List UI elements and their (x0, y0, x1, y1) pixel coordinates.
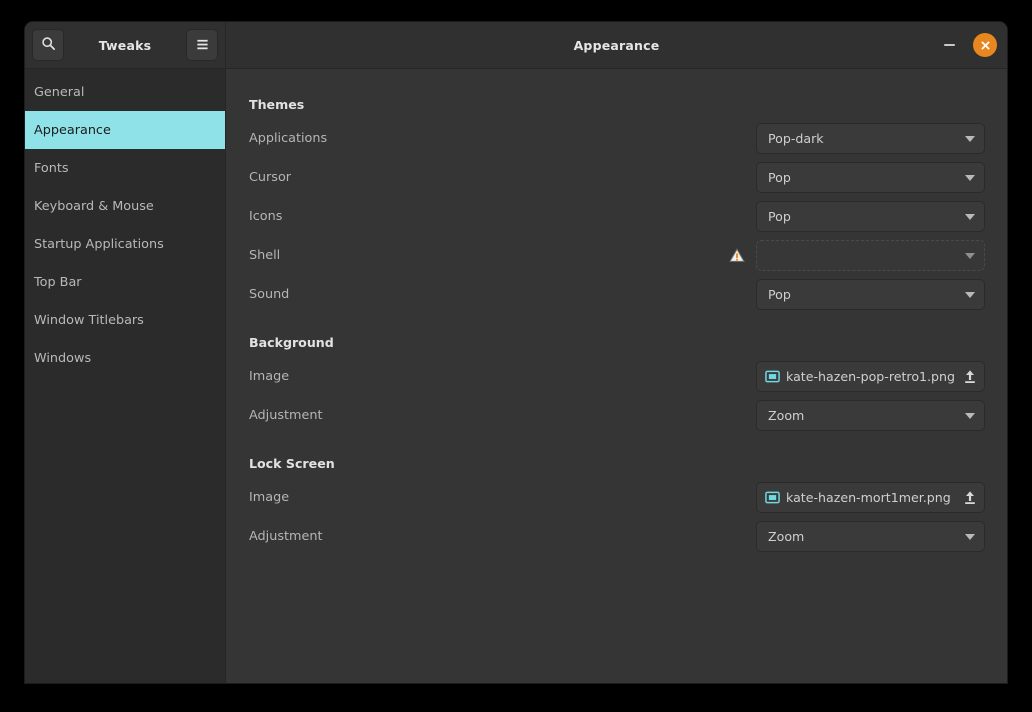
tweaks-window: Tweaks Appearance General Appearance Fon… (25, 22, 1007, 683)
image-file-name: kate-hazen-mort1mer.png (786, 490, 951, 505)
sidebar-header: Tweaks (25, 22, 226, 68)
row-label: Cursor (249, 170, 292, 185)
hamburger-menu-icon (195, 36, 210, 55)
sidebar-item-general[interactable]: General (25, 73, 225, 111)
chevron-down-icon (965, 412, 975, 419)
minimize-icon (943, 44, 955, 46)
sidebar-item-window-titlebars[interactable]: Window Titlebars (25, 301, 225, 339)
sidebar-item-label: Appearance (34, 122, 111, 138)
window-body: General Appearance Fonts Keyboard & Mouse St… (25, 69, 1007, 683)
row-label: Adjustment (249, 529, 323, 544)
combo-cursor[interactable]: Pop (756, 162, 985, 193)
settings-row: Shell (248, 236, 985, 275)
close-button[interactable] (973, 33, 997, 57)
combo-selected-value: Pop (768, 287, 791, 302)
sidebar-item-label: Keyboard & Mouse (34, 198, 154, 214)
chevron-down-icon (965, 135, 975, 142)
settings-row: Adjustment Zoom (248, 517, 985, 556)
row-control-area (729, 240, 985, 271)
search-icon (41, 36, 56, 55)
open-file-icon (963, 490, 977, 505)
row-label: Sound (249, 287, 290, 302)
sidebar-item-windows[interactable]: Windows (25, 339, 225, 377)
search-button[interactable] (32, 29, 64, 61)
row-control-area: Pop (756, 162, 985, 193)
sidebar-item-top-bar[interactable]: Top Bar (25, 263, 225, 301)
sidebar-item-label: Startup Applications (34, 236, 164, 252)
chevron-down-icon (965, 291, 975, 298)
chevron-down-icon (965, 174, 975, 181)
window-title: Appearance (573, 37, 660, 53)
combo-selected-value: Pop-dark (768, 131, 824, 146)
row-control-area: kate-hazen-mort1mer.png (756, 482, 985, 513)
combo-icons[interactable]: Pop (756, 201, 985, 232)
row-label: Adjustment (249, 408, 323, 423)
settings-row: Icons Pop (248, 197, 985, 236)
combo-selected-value: Pop (768, 209, 791, 224)
menu-button[interactable] (186, 29, 218, 61)
image-file-icon (765, 369, 780, 384)
combo-adjustment[interactable]: Zoom (756, 521, 985, 552)
sidebar-item-label: Windows (34, 350, 92, 366)
row-label: Image (249, 369, 290, 384)
combo-sound[interactable]: Pop (756, 279, 985, 310)
image-file-chooser-button[interactable]: kate-hazen-pop-retro1.png (756, 361, 985, 392)
combo-applications[interactable]: Pop-dark (756, 123, 985, 154)
image-file-icon (765, 490, 780, 505)
combo-selected-value: Zoom (768, 529, 805, 544)
minimize-button[interactable] (937, 33, 961, 57)
settings-row: Image kate-hazen-mort1mer.png (248, 478, 985, 517)
row-control-area: Pop-dark (756, 123, 985, 154)
row-control-area: Zoom (756, 400, 985, 431)
settings-row: Adjustment Zoom (248, 396, 985, 435)
combo-selected-value: Pop (768, 170, 791, 185)
chevron-down-icon (965, 252, 975, 259)
row-control-area: kate-hazen-pop-retro1.png (756, 361, 985, 392)
warning-icon (729, 248, 745, 263)
header-bar: Tweaks Appearance (25, 22, 1007, 69)
close-icon (980, 36, 991, 55)
image-file-name: kate-hazen-pop-retro1.png (786, 369, 956, 384)
sidebar-item-label: General (34, 84, 85, 100)
combo-adjustment[interactable]: Zoom (756, 400, 985, 431)
sidebar-item-label: Top Bar (34, 274, 82, 290)
title-area: Appearance (226, 22, 1007, 68)
settings-row: Cursor Pop (248, 158, 985, 197)
app-title: Tweaks (98, 37, 152, 53)
row-control-area: Pop (756, 201, 985, 232)
sidebar-item-label: Fonts (34, 160, 69, 176)
row-label: Shell (249, 248, 281, 263)
section-title-background: Background (249, 335, 334, 350)
row-label: Image (249, 490, 290, 505)
window-controls (937, 22, 997, 68)
sidebar-item-keyboard-mouse[interactable]: Keyboard & Mouse (25, 187, 225, 225)
section-title-lock-screen: Lock Screen (249, 456, 335, 471)
chevron-down-icon (965, 533, 975, 540)
sidebar-item-label: Window Titlebars (34, 312, 144, 328)
settings-row: Applications Pop-dark (248, 119, 985, 158)
open-file-icon (963, 369, 977, 384)
combo-selected-value: Zoom (768, 408, 805, 423)
settings-row: Image kate-hazen-pop-retro1.png (248, 357, 985, 396)
row-control-area: Zoom (756, 521, 985, 552)
sidebar: General Appearance Fonts Keyboard & Mouse St… (25, 69, 226, 683)
sidebar-item-appearance[interactable]: Appearance (25, 111, 225, 149)
image-file-chooser-button[interactable]: kate-hazen-mort1mer.png (756, 482, 985, 513)
combo-shell (756, 240, 985, 271)
settings-row: Sound Pop (248, 275, 985, 314)
sidebar-item-startup-applications[interactable]: Startup Applications (25, 225, 225, 263)
row-label: Applications (249, 131, 328, 146)
row-label: Icons (249, 209, 283, 224)
sidebar-item-fonts[interactable]: Fonts (25, 149, 225, 187)
section-title-themes: Themes (249, 97, 305, 112)
row-control-area: Pop (756, 279, 985, 310)
chevron-down-icon (965, 213, 975, 220)
content-pane: Themes Applications Pop-dark Cursor Pop Icons… (226, 69, 1007, 683)
